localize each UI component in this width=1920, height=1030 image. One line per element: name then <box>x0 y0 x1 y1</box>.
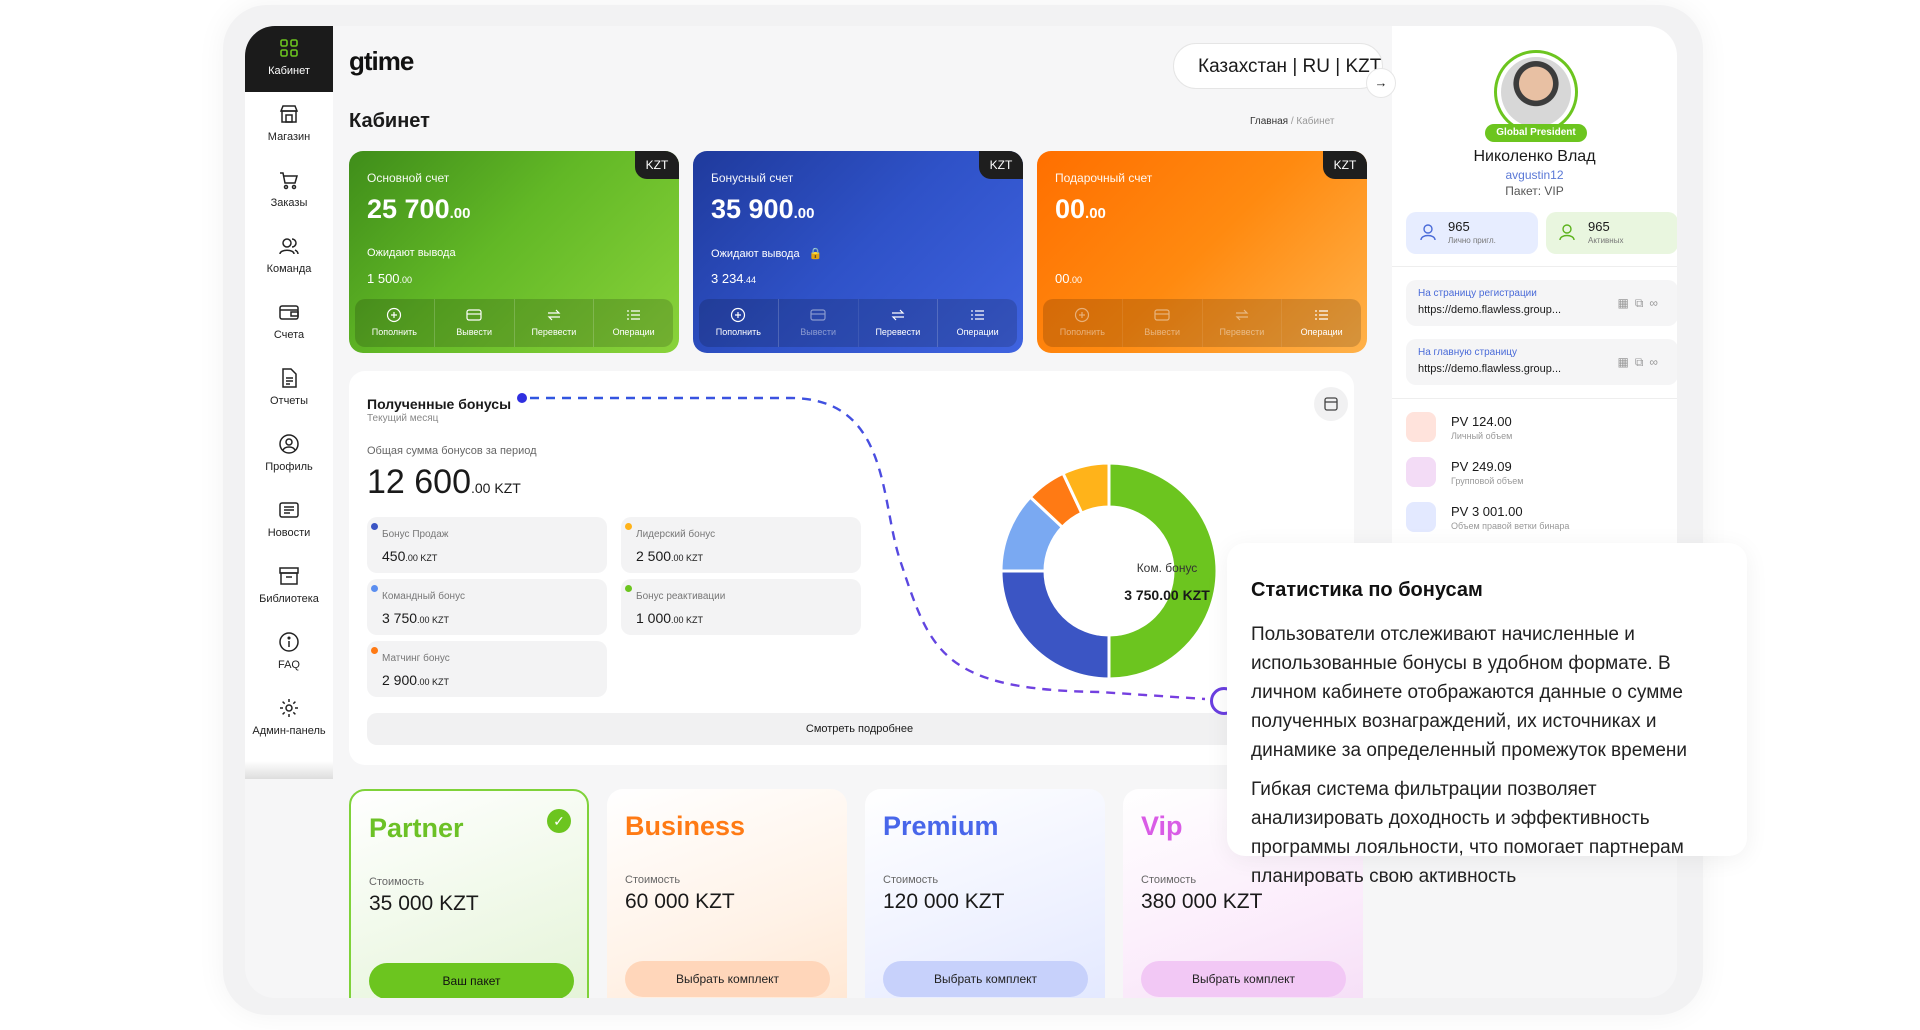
callout-paragraph-2: Гибкая система фильтрации позволяет анал… <box>1251 779 1684 887</box>
callout-paragraph-1: Пользователи отслеживают начисленные и и… <box>1251 624 1688 761</box>
callout-title: Статистика по бонусам <box>1251 579 1483 601</box>
feature-callout: Статистика по бонусам Пользователи отсле… <box>1227 543 1747 887</box>
